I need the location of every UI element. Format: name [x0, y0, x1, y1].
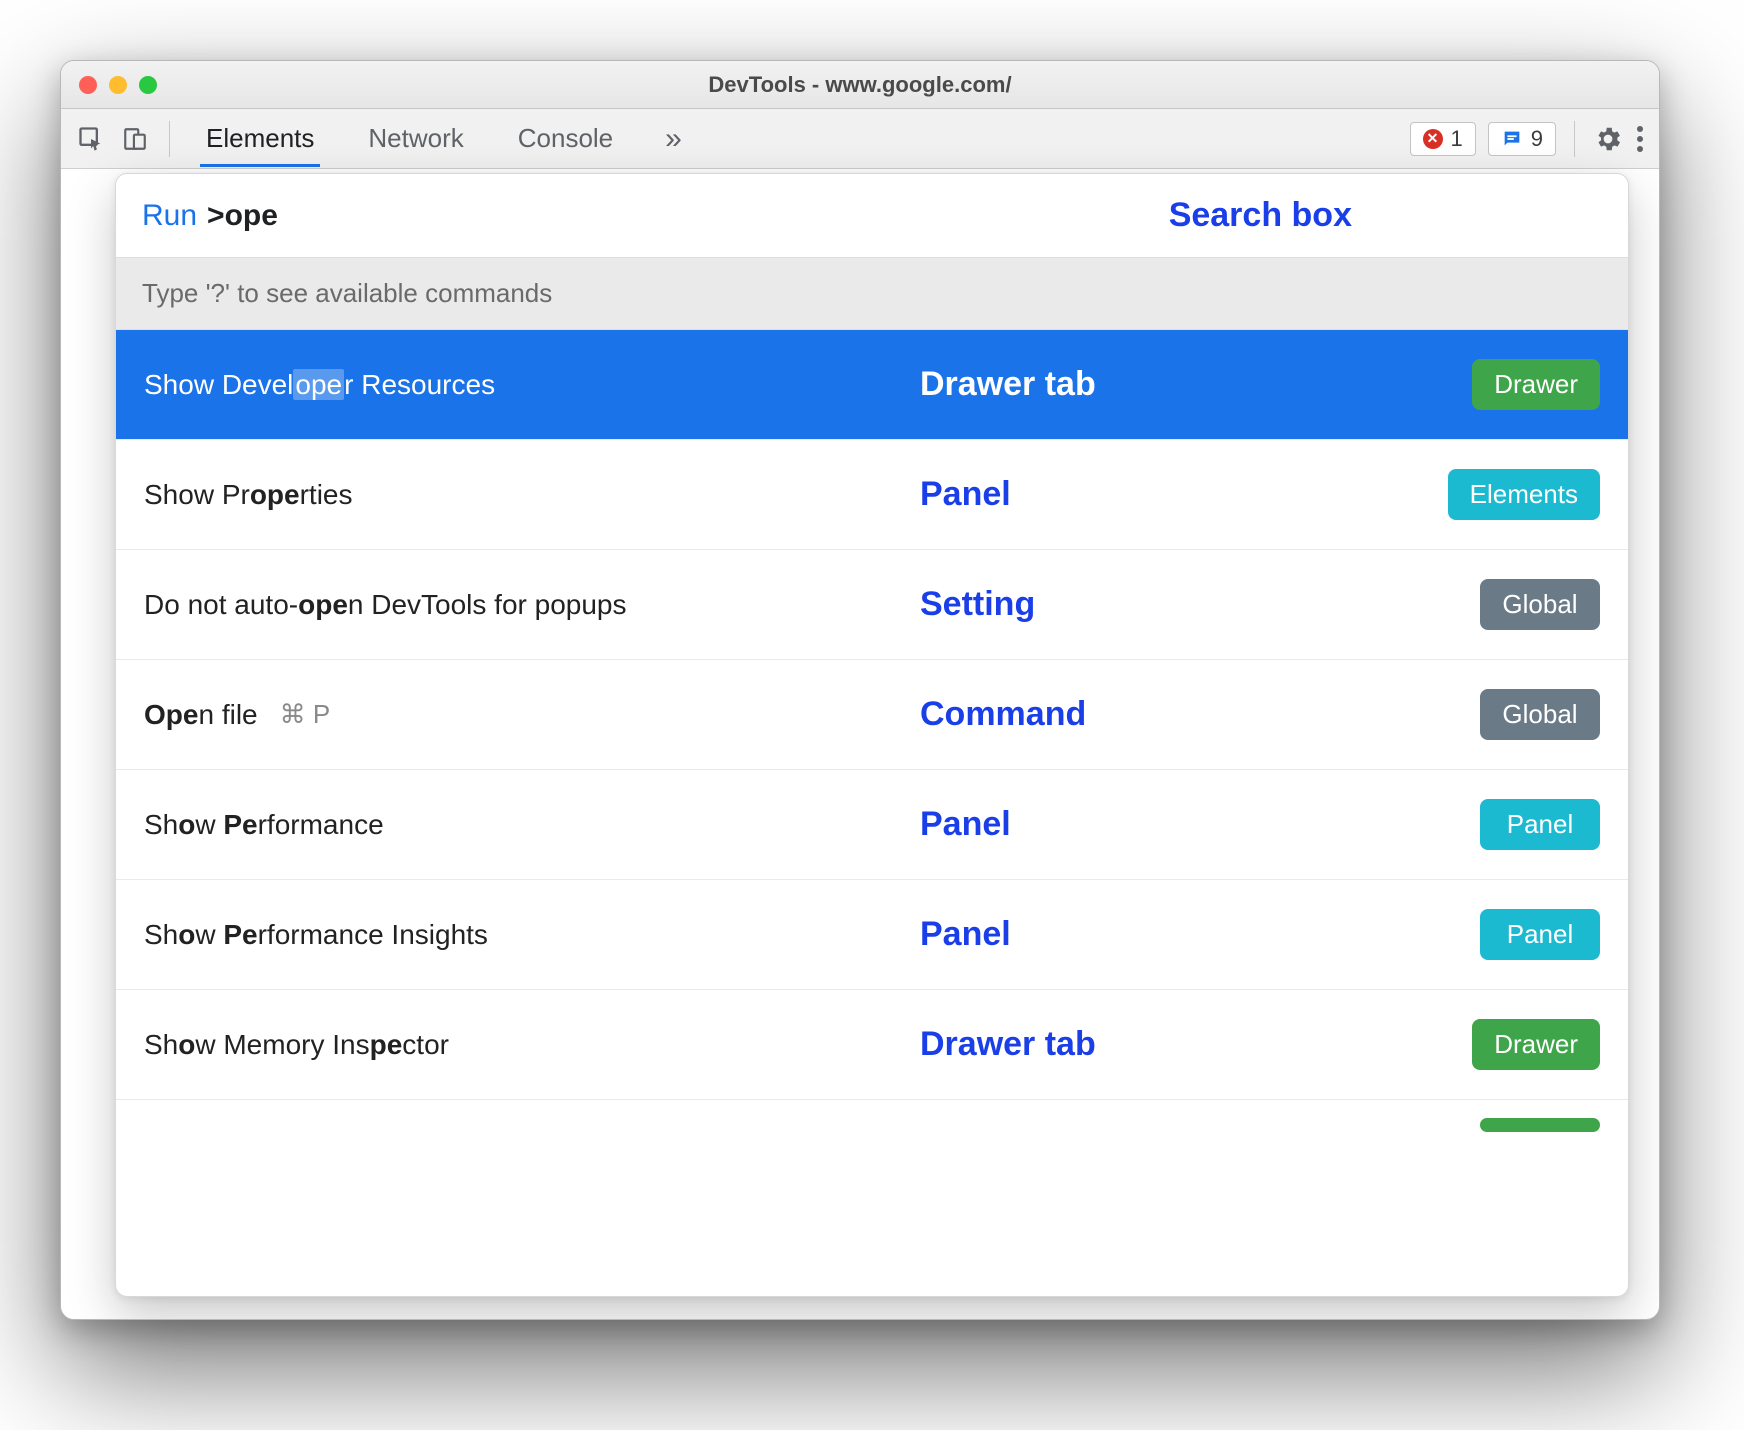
messages-count: 9: [1531, 126, 1543, 152]
errors-badge[interactable]: ✕ 1: [1410, 122, 1476, 156]
command-result[interactable]: Show Performance InsightsPanelPanel: [116, 880, 1628, 990]
command-result-label: Show Memory Inspector: [144, 1029, 920, 1061]
minimize-window-button[interactable]: [109, 76, 127, 94]
command-result-category: Panel: [920, 475, 1380, 514]
close-window-button[interactable]: [79, 76, 97, 94]
run-label: Run: [142, 199, 197, 233]
command-result-category: Drawer tab: [920, 365, 1380, 404]
command-result-label: Show Performance: [144, 809, 920, 841]
command-menu: Run >ope Search box Type '?' to see avai…: [115, 173, 1629, 1297]
command-result-category: Command: [920, 695, 1380, 734]
command-result-chip: Global: [1480, 689, 1600, 740]
command-result[interactable]: Show Memory InspectorDrawer tab Drawer: [116, 990, 1628, 1100]
toolbar-separator: [169, 121, 170, 157]
messages-badge[interactable]: 9: [1488, 122, 1556, 156]
tab-network[interactable]: Network: [368, 111, 463, 166]
devtools-window: DevTools - www.google.com/ Elements Netw…: [60, 60, 1660, 1320]
inspect-element-icon[interactable]: [75, 123, 107, 155]
tab-console[interactable]: Console: [518, 111, 613, 166]
search-input[interactable]: >ope: [207, 199, 278, 233]
message-icon: [1501, 128, 1523, 150]
command-result-chip: Panel: [1480, 799, 1600, 850]
errors-count: 1: [1451, 126, 1463, 152]
toolbar-separator: [1574, 121, 1575, 157]
tab-elements[interactable]: Elements: [206, 111, 314, 166]
command-result-category: Setting: [920, 585, 1380, 624]
toolbar-right: ✕ 1 9: [1410, 121, 1646, 157]
more-tabs-icon[interactable]: »: [665, 122, 682, 156]
command-result[interactable]: Do not auto-open DevTools for popupsSett…: [116, 550, 1628, 660]
command-result-chip: Global: [1480, 579, 1600, 630]
command-result-label: Show Developer Resources: [144, 369, 920, 401]
command-result[interactable]: Show PropertiesPanel Elements: [116, 440, 1628, 550]
command-result-partial[interactable]: [116, 1100, 1628, 1150]
command-result-chip: Drawer: [1472, 1019, 1600, 1070]
command-result[interactable]: Show Developer ResourcesDrawer tab Drawer: [116, 330, 1628, 440]
command-menu-search-row[interactable]: Run >ope Search box: [116, 174, 1628, 257]
command-menu-results: Show Developer ResourcesDrawer tabDrawer…: [116, 330, 1628, 1296]
window-title: DevTools - www.google.com/: [61, 72, 1659, 98]
command-result-chip: Elements: [1448, 469, 1600, 520]
panel-tabs: Elements Network Console: [206, 111, 613, 166]
titlebar: DevTools - www.google.com/: [61, 61, 1659, 109]
command-result-label: Show Properties: [144, 479, 920, 511]
toggle-device-toolbar-icon[interactable]: [119, 123, 151, 155]
command-result-chip: [1480, 1118, 1600, 1132]
command-menu-hint: Type '?' to see available commands: [116, 257, 1628, 330]
command-result-category: Drawer tab: [920, 1025, 1380, 1064]
settings-gear-icon[interactable]: [1593, 124, 1623, 154]
command-result[interactable]: Show PerformancePanelPanel: [116, 770, 1628, 880]
command-result-label: Show Performance Insights: [144, 919, 920, 951]
command-result-label: Open file⌘ P: [144, 699, 920, 731]
window-controls: [61, 76, 157, 94]
command-result-chip: Drawer: [1472, 359, 1600, 410]
search-annotation: Search box: [1169, 196, 1352, 235]
error-icon: ✕: [1423, 129, 1443, 149]
command-result-category: Panel: [920, 805, 1380, 844]
keyboard-shortcut: ⌘ P: [280, 699, 331, 730]
command-result-chip: Panel: [1480, 909, 1600, 960]
command-result[interactable]: Open file⌘ PCommand Global: [116, 660, 1628, 770]
devtools-toolbar: Elements Network Console » ✕ 1 9: [61, 109, 1659, 169]
more-options-icon[interactable]: [1635, 124, 1645, 154]
command-result-label: Do not auto-open DevTools for popups: [144, 589, 920, 621]
zoom-window-button[interactable]: [139, 76, 157, 94]
command-result-category: Panel: [920, 915, 1380, 954]
